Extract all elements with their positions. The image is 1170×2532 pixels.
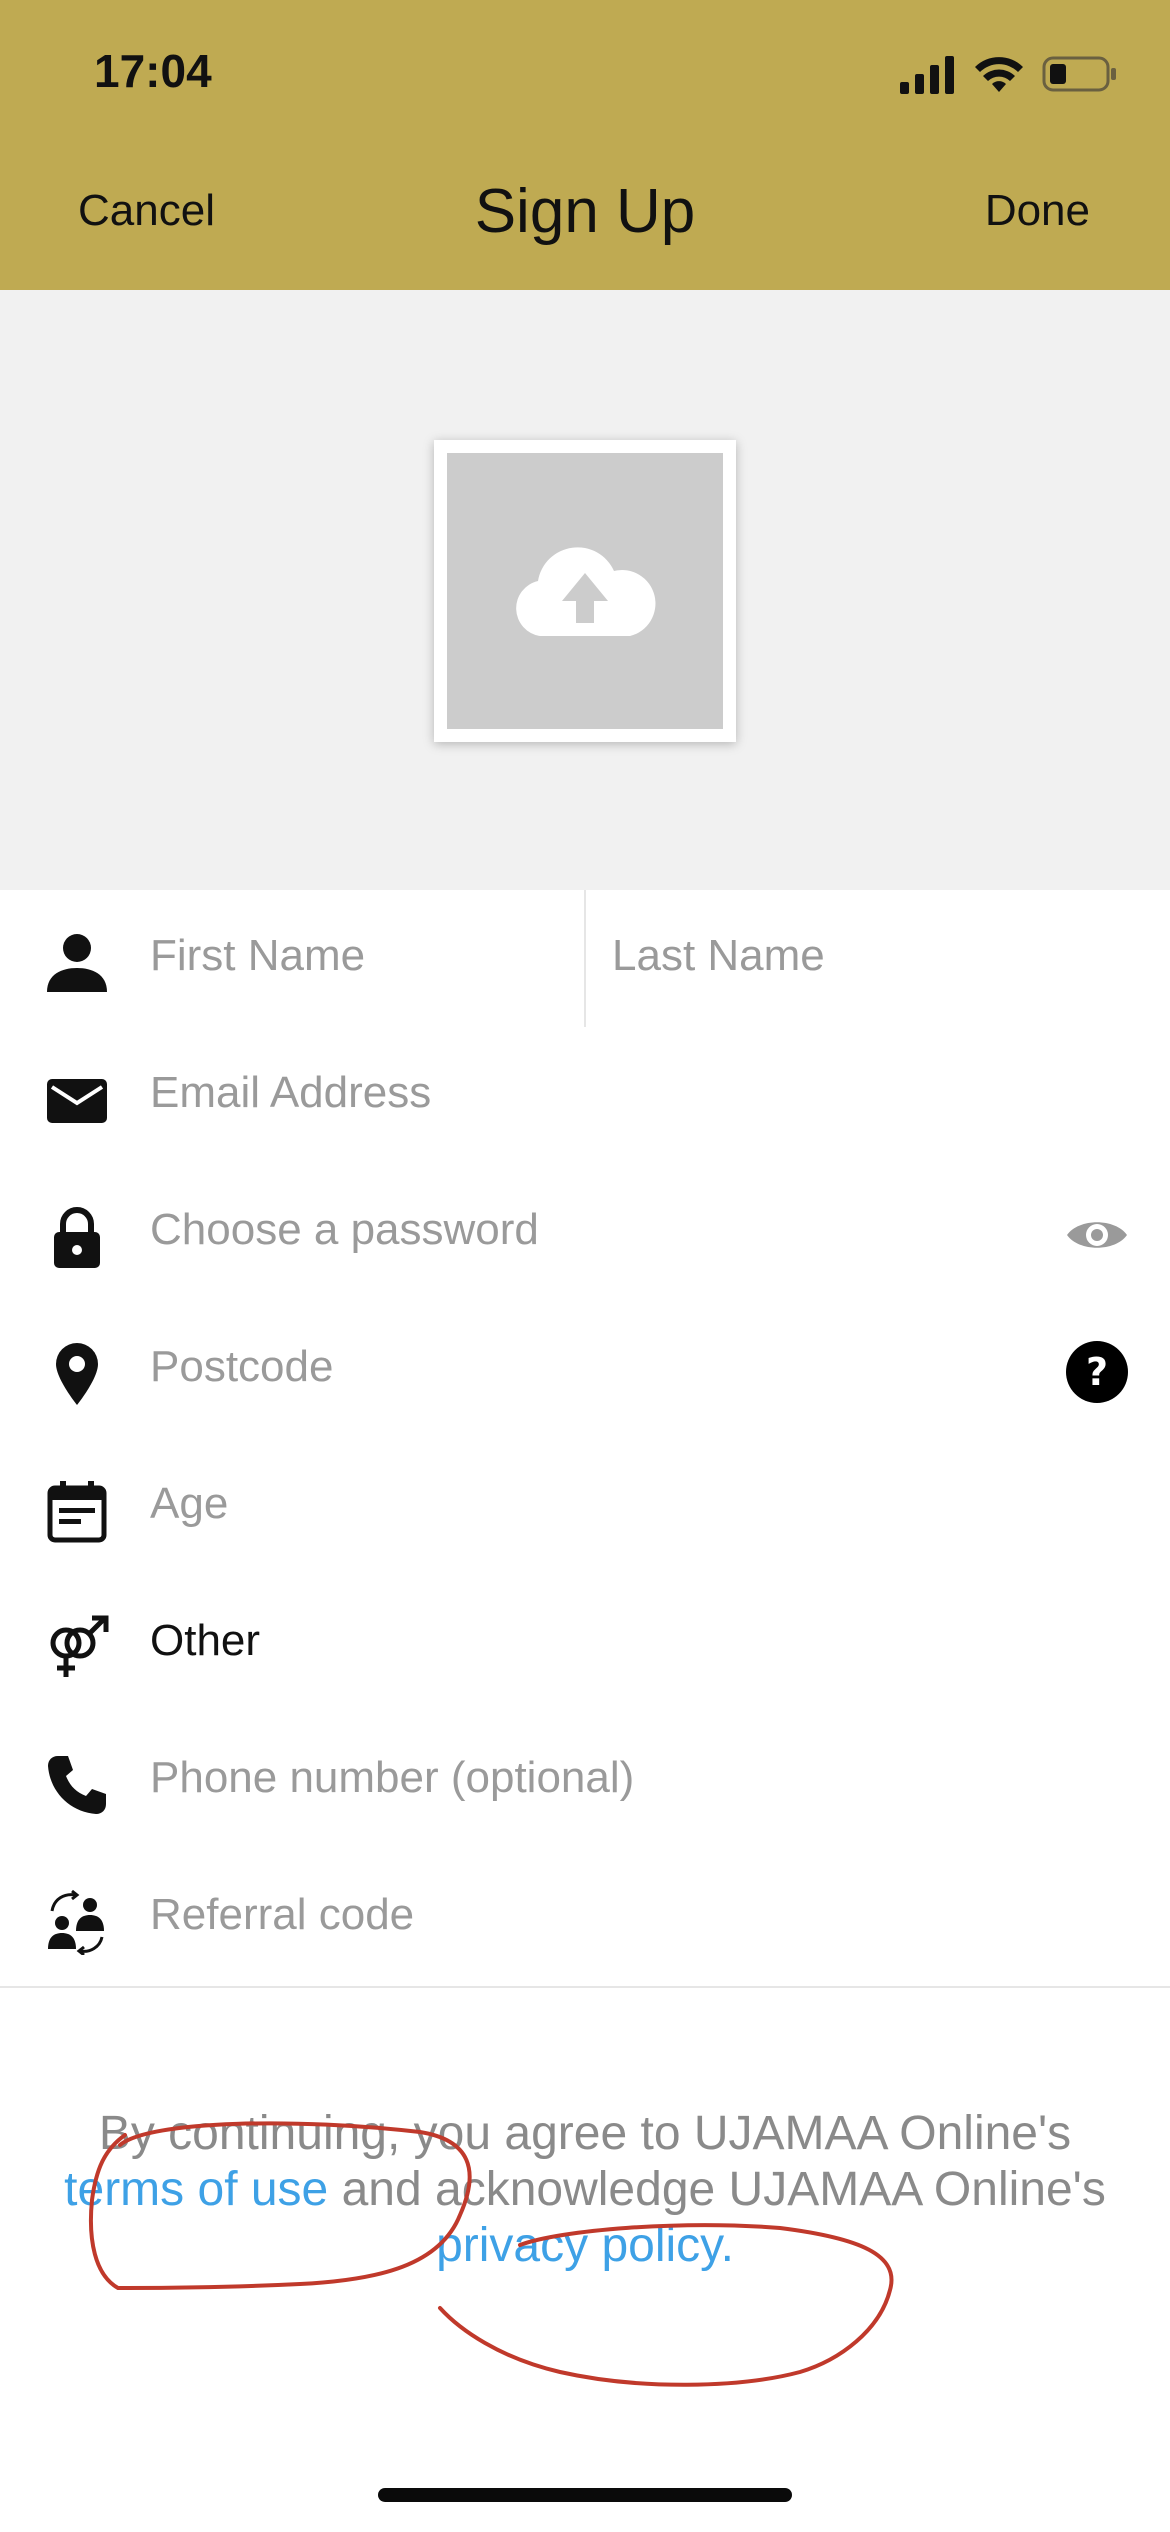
signal-icon <box>900 56 954 94</box>
gender-select[interactable]: Other <box>150 1611 260 1671</box>
last-name-input[interactable]: Last Name <box>612 926 825 986</box>
terms-middle: and acknowledge UJAMAA Online's <box>328 2163 1106 2216</box>
wifi-icon <box>975 57 1023 92</box>
phone-row: Phone number (optional) <box>0 1712 1170 1851</box>
password-input[interactable]: Choose a password <box>150 1200 539 1260</box>
phone-input[interactable]: Phone number (optional) <box>150 1748 634 1808</box>
postcode-row: Postcode ? <box>0 1301 1170 1440</box>
password-row: Choose a password <box>0 1164 1170 1303</box>
name-divider <box>584 890 586 1027</box>
photo-placeholder <box>447 453 723 729</box>
cloud-upload-icon <box>516 547 656 636</box>
email-row: Email Address <box>0 1027 1170 1166</box>
gender-row[interactable]: Other <box>0 1575 1170 1714</box>
email-input[interactable]: Email Address <box>150 1063 431 1123</box>
photo-area <box>0 290 1170 890</box>
referral-row: Referral code <box>0 1849 1170 1988</box>
done-button[interactable]: Done <box>985 186 1090 236</box>
age-input[interactable]: Age <box>150 1474 228 1534</box>
person-icon <box>47 934 107 992</box>
home-indicator <box>378 2488 792 2502</box>
gender-icon <box>50 1615 109 1677</box>
calendar-icon <box>47 1481 107 1543</box>
status-time: 17:04 <box>94 45 212 97</box>
referral-input[interactable]: Referral code <box>150 1885 414 1945</box>
name-row: First Name Last Name <box>0 890 1170 1029</box>
photo-upload-button[interactable] <box>434 440 736 742</box>
location-pin-icon <box>56 1343 98 1405</box>
svg-text:?: ? <box>1086 1350 1108 1394</box>
referral-icon <box>48 1889 104 1955</box>
help-icon[interactable]: ? <box>1064 1339 1130 1405</box>
terms-of-use-link[interactable]: terms of use <box>64 2163 328 2216</box>
age-row: Age <box>0 1438 1170 1577</box>
postcode-input[interactable]: Postcode <box>150 1337 333 1397</box>
mail-icon <box>47 1079 107 1123</box>
privacy-policy-link[interactable]: privacy policy. <box>436 2219 734 2272</box>
lock-icon <box>54 1207 100 1268</box>
eye-icon[interactable] <box>1064 1202 1130 1268</box>
battery-icon <box>1042 56 1116 92</box>
header: 17:04 Cancel Sign Up Done <box>0 0 1170 290</box>
phone-icon <box>48 1756 106 1814</box>
first-name-input[interactable]: First Name <box>150 926 365 986</box>
status-icons <box>900 52 1118 96</box>
terms-text: By continuing, you agree to UJAMAA Onlin… <box>60 2106 1110 2274</box>
terms-prefix: By continuing, you agree to UJAMAA Onlin… <box>98 2107 1072 2160</box>
